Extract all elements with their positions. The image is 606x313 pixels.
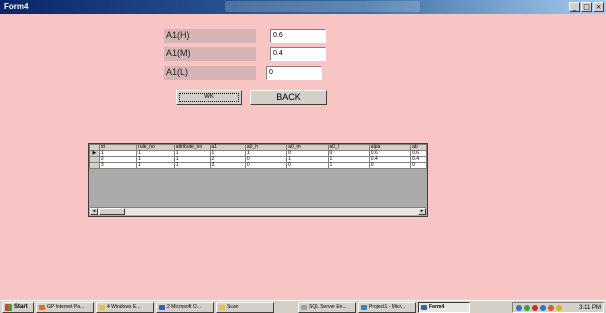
taskbar-item-label: 4 Windows E... — [107, 304, 141, 310]
browser-icon — [39, 305, 45, 310]
data-grid[interactable]: id rule_no attribute_no a1 a0_h a0_m a0_… — [88, 143, 428, 217]
taskbar-item-windows-explorer[interactable]: 4 Windows E... — [96, 302, 154, 313]
volume-icon[interactable] — [556, 305, 562, 311]
taskbar-item-label: 2 Microsoft O... — [167, 304, 201, 310]
taskbar: Start GP Internet Pa... 4 Windows E... 2… — [0, 300, 606, 313]
form-icon — [421, 305, 427, 310]
grid-cell[interactable]: 3 — [209, 162, 246, 169]
title-bar: Form4 _ □ × — [0, 0, 606, 14]
windows-logo-icon — [5, 304, 12, 311]
taskbar-item-microsoft-office[interactable]: 2 Microsoft O... — [156, 302, 214, 313]
taskbar-item-label: Project1 - Micr... — [369, 304, 406, 310]
a1-m-field[interactable]: 0.4 — [270, 47, 326, 61]
table-row[interactable]: 3 1 1 3 0 0 1 0 0 — [89, 162, 427, 169]
a1-h-field[interactable]: 0.6 — [270, 29, 326, 43]
window-controls: _ □ × — [569, 2, 604, 12]
vb-project-icon — [361, 305, 367, 310]
database-icon — [301, 305, 307, 310]
maximize-button[interactable]: □ — [581, 2, 592, 12]
title-overlay — [225, 1, 420, 12]
grid-cell[interactable]: 1 — [173, 162, 211, 169]
folder-icon — [219, 305, 225, 310]
scroll-right-arrow-icon[interactable]: ▸ — [418, 208, 426, 215]
security-icon[interactable] — [532, 305, 538, 311]
grid-cell[interactable]: 3 — [98, 162, 138, 169]
grid-cell[interactable]: 1 — [327, 162, 370, 169]
label-a1-h: A1(H) — [164, 29, 256, 43]
network-icon[interactable] — [516, 305, 522, 311]
clock[interactable]: 3:11 PM — [579, 304, 601, 312]
taskbar-item-scan[interactable]: Scan — [216, 302, 274, 313]
grid-table: id rule_no attribute_no a1 a0_h a0_m a0_… — [89, 144, 427, 169]
taskbar-item-label: SQL Server En... — [309, 304, 347, 310]
label-a1-m: A1(M) — [164, 47, 256, 61]
taskbar-item-form4[interactable]: Form4 — [418, 302, 470, 313]
system-tray: 3:11 PM — [512, 302, 604, 313]
taskbar-item-label: GP Internet Pa... — [47, 304, 85, 310]
grid-cell[interactable]: 0 — [410, 162, 427, 169]
antivirus-icon[interactable] — [524, 305, 530, 311]
taskbar-item-internet[interactable]: GP Internet Pa... — [36, 302, 94, 313]
label-a1-l-text: A1(L) — [166, 67, 189, 77]
ok-button[interactable]: WK — [176, 90, 242, 105]
row-header[interactable] — [89, 162, 100, 169]
start-label: Start — [14, 304, 28, 310]
taskbar-item-project1[interactable]: Project1 - Micr... — [358, 302, 416, 313]
taskbar-item-label: Form4 — [429, 304, 445, 310]
label-a1-h-text: A1(H) — [166, 30, 190, 40]
minimize-button[interactable]: _ — [569, 2, 580, 12]
taskbar-item-label: Scan — [227, 304, 239, 310]
back-button[interactable]: BACK — [250, 90, 327, 105]
grid-cell[interactable]: 1 — [136, 162, 175, 169]
folder-icon — [99, 305, 105, 310]
close-button[interactable]: × — [593, 2, 604, 12]
messenger-icon[interactable] — [540, 305, 546, 311]
horizontal-scrollbar[interactable]: ◂ ▸ — [90, 207, 426, 215]
scroll-thumb[interactable] — [99, 208, 125, 215]
label-a1-l: A1(L) — [164, 66, 256, 80]
scroll-left-arrow-icon[interactable]: ◂ — [90, 208, 98, 215]
document-icon — [159, 305, 165, 310]
start-button[interactable]: Start — [2, 302, 34, 313]
window-title: Form4 — [4, 2, 29, 11]
grid-cell[interactable]: 0 — [368, 162, 412, 169]
grid-cell[interactable]: 0 — [286, 162, 329, 169]
label-a1-m-text: A1(M) — [166, 48, 191, 58]
a1-l-field[interactable]: 0 — [266, 66, 322, 80]
grid-cell[interactable]: 0 — [244, 162, 288, 169]
taskbar-item-sql-server[interactable]: SQL Server En... — [298, 302, 356, 313]
update-icon[interactable] — [548, 305, 554, 311]
